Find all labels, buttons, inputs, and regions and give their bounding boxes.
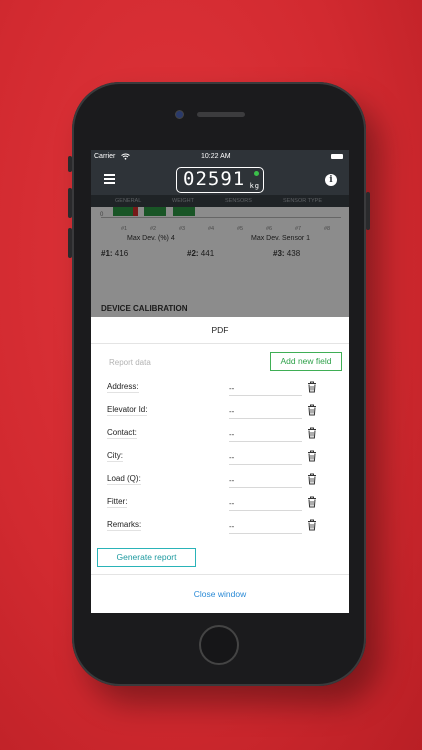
field-row: Elevator Id: -- (91, 402, 349, 422)
field-row: Address: -- (91, 379, 349, 399)
field-row: Load (Q): -- (91, 471, 349, 491)
field-label: Contact: (107, 428, 137, 439)
menu-icon[interactable] (104, 174, 115, 184)
add-new-field-button[interactable]: Add new field (270, 352, 342, 371)
field-label: Elevator Id: (107, 405, 148, 416)
field-row: Remarks: -- (91, 517, 349, 537)
field-label: City: (107, 451, 123, 462)
weight-display: 02591 kg (176, 167, 264, 193)
close-window-button[interactable]: Close window (91, 589, 349, 599)
info-icon[interactable]: i (325, 174, 337, 186)
report-data-label: Report data (109, 358, 151, 367)
trash-icon[interactable] (307, 381, 317, 393)
field-input[interactable]: -- (229, 407, 302, 419)
volume-up-button (68, 188, 72, 218)
field-input[interactable]: -- (229, 384, 302, 396)
field-input[interactable]: -- (229, 499, 302, 511)
field-label: Load (Q): (107, 474, 141, 485)
field-row: Contact: -- (91, 425, 349, 445)
pdf-modal: PDF Report data Add new field Address: -… (91, 317, 349, 613)
phone-frame: Carrier 10:22 AM 02591 kg i GENERAL WEIG… (68, 82, 370, 686)
battery-icon (331, 154, 343, 159)
connection-status-dot (254, 171, 259, 176)
front-camera (175, 110, 184, 119)
generate-report-button[interactable]: Generate report (97, 548, 196, 567)
field-row: Fitter: -- (91, 494, 349, 514)
status-time: 10:22 AM (201, 153, 231, 160)
app-header: 02591 kg i (91, 164, 349, 195)
carrier-label: Carrier (94, 153, 116, 160)
mute-switch (68, 156, 72, 172)
field-input[interactable]: -- (229, 430, 302, 442)
power-button (366, 192, 370, 230)
trash-icon[interactable] (307, 450, 317, 462)
app-screen: Carrier 10:22 AM 02591 kg i GENERAL WEIG… (91, 150, 349, 613)
earpiece-speaker (197, 112, 245, 117)
trash-icon[interactable] (307, 427, 317, 439)
home-button[interactable] (199, 625, 239, 665)
field-input[interactable]: -- (229, 476, 302, 488)
field-label: Fitter: (107, 497, 128, 508)
modal-divider (91, 574, 349, 575)
trash-icon[interactable] (307, 496, 317, 508)
field-label: Address: (107, 382, 139, 393)
field-label: Remarks: (107, 520, 142, 531)
field-input[interactable]: -- (229, 453, 302, 465)
modal-title: PDF (91, 317, 349, 344)
weight-value: 02591 (183, 168, 246, 190)
modal-overlay[interactable] (91, 195, 349, 317)
field-input[interactable]: -- (229, 522, 302, 534)
wifi-icon (121, 153, 130, 160)
trash-icon[interactable] (307, 473, 317, 485)
field-row: City: -- (91, 448, 349, 468)
status-bar: Carrier 10:22 AM (91, 150, 349, 164)
trash-icon[interactable] (307, 519, 317, 531)
volume-down-button (68, 228, 72, 258)
trash-icon[interactable] (307, 404, 317, 416)
weight-unit: kg (248, 182, 261, 191)
